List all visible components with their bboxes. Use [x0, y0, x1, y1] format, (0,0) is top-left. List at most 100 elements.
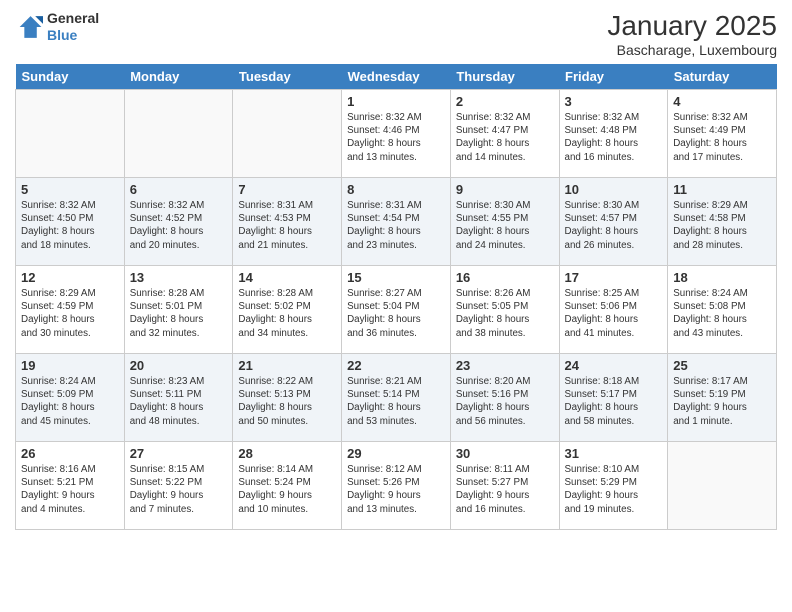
calendar-cell: 8 Sunrise: 8:31 AM Sunset: 4:54 PM Daylig… — [342, 178, 451, 266]
calendar-week-row: 5 Sunrise: 8:32 AM Sunset: 4:50 PM Daylig… — [16, 178, 777, 266]
calendar-cell: 5 Sunrise: 8:32 AM Sunset: 4:50 PM Daylig… — [16, 178, 125, 266]
day-number: 6 — [130, 182, 228, 197]
day-info: Sunrise: 8:28 AM Sunset: 5:01 PM Dayligh… — [130, 287, 228, 340]
logo-blue: Blue — [47, 27, 99, 44]
calendar-cell: 27 Sunrise: 8:15 AM Sunset: 5:22 PM Dayli… — [124, 442, 233, 530]
calendar-page: General Blue January 2025 Bascharage, Lu… — [0, 0, 792, 612]
day-number: 27 — [130, 446, 228, 461]
day-info: Sunrise: 8:16 AM Sunset: 5:21 PM Dayligh… — [21, 463, 119, 516]
day-info: Sunrise: 8:32 AM Sunset: 4:49 PM Dayligh… — [673, 111, 771, 164]
day-info: Sunrise: 8:29 AM Sunset: 4:58 PM Dayligh… — [673, 199, 771, 252]
calendar-cell: 7Sunrise: 8:31 AM Sunset: 4:53 PM Daylig… — [233, 178, 342, 266]
day-info: Sunrise: 8:32 AM Sunset: 4:46 PM Dayligh… — [347, 111, 445, 164]
day-info: Sunrise: 8:30 AM Sunset: 4:57 PM Dayligh… — [565, 199, 663, 252]
day-number: 12 — [21, 270, 119, 285]
calendar-cell — [668, 442, 777, 530]
day-number: 30 — [456, 446, 554, 461]
day-info: Sunrise: 8:24 AM Sunset: 5:09 PM Dayligh… — [21, 375, 119, 428]
day-number: 14 — [238, 270, 336, 285]
day-number: 29 — [347, 446, 445, 461]
day-info: Sunrise: 8:31 AM Sunset: 4:54 PM Dayligh… — [347, 199, 445, 252]
day-number: 3 — [565, 94, 663, 109]
calendar-subtitle: Bascharage, Luxembourg — [607, 42, 777, 58]
day-number: 4 — [673, 94, 771, 109]
day-number: 16 — [456, 270, 554, 285]
header: General Blue January 2025 Bascharage, Lu… — [15, 10, 777, 58]
day-info: Sunrise: 8:32 AM Sunset: 4:50 PM Dayligh… — [21, 199, 119, 252]
calendar-cell: 1 Sunrise: 8:32 AM Sunset: 4:46 PM Daylig… — [342, 90, 451, 178]
day-number: 23 — [456, 358, 554, 373]
logo-icon — [15, 13, 43, 41]
day-number: 10 — [565, 182, 663, 197]
calendar-cell: 19 Sunrise: 8:24 AM Sunset: 5:09 PM Dayli… — [16, 354, 125, 442]
calendar-cell: 2Sunrise: 8:32 AM Sunset: 4:47 PM Daylig… — [450, 90, 559, 178]
weekday-header-wednesday: Wednesday — [342, 64, 451, 90]
day-number: 25 — [673, 358, 771, 373]
calendar-cell: 29 Sunrise: 8:12 AM Sunset: 5:26 PM Dayli… — [342, 442, 451, 530]
day-info: Sunrise: 8:25 AM Sunset: 5:06 PM Dayligh… — [565, 287, 663, 340]
calendar-cell: 17 Sunrise: 8:25 AM Sunset: 5:06 PM Dayli… — [559, 266, 668, 354]
day-info: Sunrise: 8:17 AM Sunset: 5:19 PM Dayligh… — [673, 375, 771, 428]
weekday-header-row: SundayMondayTuesdayWednesdayThursdayFrid… — [16, 64, 777, 90]
calendar-week-row: 1 Sunrise: 8:32 AM Sunset: 4:46 PM Daylig… — [16, 90, 777, 178]
day-info: Sunrise: 8:18 AM Sunset: 5:17 PM Dayligh… — [565, 375, 663, 428]
day-info: Sunrise: 8:15 AM Sunset: 5:22 PM Dayligh… — [130, 463, 228, 516]
day-info: Sunrise: 8:32 AM Sunset: 4:52 PM Dayligh… — [130, 199, 228, 252]
day-info: Sunrise: 8:14 AM Sunset: 5:24 PM Dayligh… — [238, 463, 336, 516]
day-number: 8 — [347, 182, 445, 197]
calendar-week-row: 12 Sunrise: 8:29 AM Sunset: 4:59 PM Dayli… — [16, 266, 777, 354]
day-info: Sunrise: 8:21 AM Sunset: 5:14 PM Dayligh… — [347, 375, 445, 428]
calendar-cell: 13Sunrise: 8:28 AM Sunset: 5:01 PM Dayli… — [124, 266, 233, 354]
calendar-cell: 10 Sunrise: 8:30 AM Sunset: 4:57 PM Dayli… — [559, 178, 668, 266]
logo-general: General — [47, 10, 99, 27]
weekday-header-monday: Monday — [124, 64, 233, 90]
day-number: 2 — [456, 94, 554, 109]
calendar-title: January 2025 — [607, 10, 777, 42]
calendar-cell: 18 Sunrise: 8:24 AM Sunset: 5:08 PM Dayli… — [668, 266, 777, 354]
calendar-week-row: 19 Sunrise: 8:24 AM Sunset: 5:09 PM Dayli… — [16, 354, 777, 442]
day-number: 1 — [347, 94, 445, 109]
calendar-cell: 24 Sunrise: 8:18 AM Sunset: 5:17 PM Dayli… — [559, 354, 668, 442]
day-number: 22 — [347, 358, 445, 373]
calendar-cell: 22 Sunrise: 8:21 AM Sunset: 5:14 PM Dayli… — [342, 354, 451, 442]
calendar-cell: 31Sunrise: 8:10 AM Sunset: 5:29 PM Dayli… — [559, 442, 668, 530]
calendar-cell: 26Sunrise: 8:16 AM Sunset: 5:21 PM Dayli… — [16, 442, 125, 530]
day-info: Sunrise: 8:29 AM Sunset: 4:59 PM Dayligh… — [21, 287, 119, 340]
calendar-cell: 3 Sunrise: 8:32 AM Sunset: 4:48 PM Daylig… — [559, 90, 668, 178]
weekday-header-saturday: Saturday — [668, 64, 777, 90]
day-info: Sunrise: 8:20 AM Sunset: 5:16 PM Dayligh… — [456, 375, 554, 428]
calendar-cell: 14 Sunrise: 8:28 AM Sunset: 5:02 PM Dayli… — [233, 266, 342, 354]
calendar-cell: 15Sunrise: 8:27 AM Sunset: 5:04 PM Dayli… — [342, 266, 451, 354]
calendar-cell: 20 Sunrise: 8:23 AM Sunset: 5:11 PM Dayli… — [124, 354, 233, 442]
calendar-cell — [124, 90, 233, 178]
calendar-cell: 30 Sunrise: 8:11 AM Sunset: 5:27 PM Dayli… — [450, 442, 559, 530]
day-info: Sunrise: 8:28 AM Sunset: 5:02 PM Dayligh… — [238, 287, 336, 340]
calendar-cell — [233, 90, 342, 178]
title-section: January 2025 Bascharage, Luxembourg — [607, 10, 777, 58]
calendar-cell: 23 Sunrise: 8:20 AM Sunset: 5:16 PM Dayli… — [450, 354, 559, 442]
day-info: Sunrise: 8:11 AM Sunset: 5:27 PM Dayligh… — [456, 463, 554, 516]
day-number: 19 — [21, 358, 119, 373]
day-info: Sunrise: 8:23 AM Sunset: 5:11 PM Dayligh… — [130, 375, 228, 428]
calendar-week-row: 26Sunrise: 8:16 AM Sunset: 5:21 PM Dayli… — [16, 442, 777, 530]
day-number: 20 — [130, 358, 228, 373]
day-number: 9 — [456, 182, 554, 197]
day-number: 5 — [21, 182, 119, 197]
day-number: 7 — [238, 182, 336, 197]
day-info: Sunrise: 8:22 AM Sunset: 5:13 PM Dayligh… — [238, 375, 336, 428]
day-info: Sunrise: 8:26 AM Sunset: 5:05 PM Dayligh… — [456, 287, 554, 340]
day-number: 18 — [673, 270, 771, 285]
day-info: Sunrise: 8:12 AM Sunset: 5:26 PM Dayligh… — [347, 463, 445, 516]
day-info: Sunrise: 8:27 AM Sunset: 5:04 PM Dayligh… — [347, 287, 445, 340]
day-number: 17 — [565, 270, 663, 285]
day-number: 28 — [238, 446, 336, 461]
weekday-header-tuesday: Tuesday — [233, 64, 342, 90]
day-number: 24 — [565, 358, 663, 373]
calendar-cell: 9Sunrise: 8:30 AM Sunset: 4:55 PM Daylig… — [450, 178, 559, 266]
day-info: Sunrise: 8:32 AM Sunset: 4:48 PM Dayligh… — [565, 111, 663, 164]
weekday-header-sunday: Sunday — [16, 64, 125, 90]
calendar-cell: 21Sunrise: 8:22 AM Sunset: 5:13 PM Dayli… — [233, 354, 342, 442]
day-number: 11 — [673, 182, 771, 197]
day-info: Sunrise: 8:24 AM Sunset: 5:08 PM Dayligh… — [673, 287, 771, 340]
calendar-cell: 16 Sunrise: 8:26 AM Sunset: 5:05 PM Dayli… — [450, 266, 559, 354]
